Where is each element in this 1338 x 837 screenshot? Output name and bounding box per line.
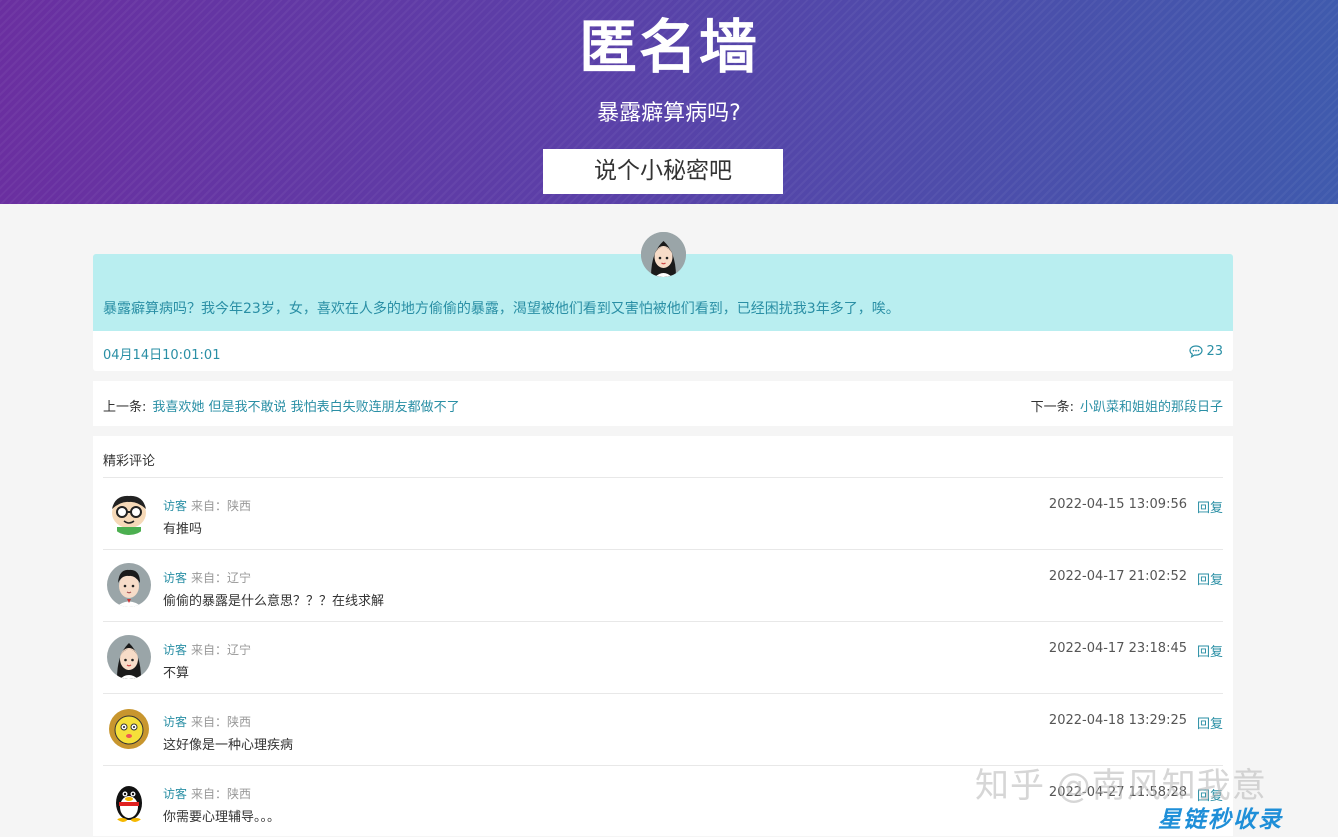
commenter-location: 来自：辽宁 — [191, 571, 252, 585]
boy-avatar-icon — [107, 563, 151, 607]
girl-avatar-icon — [641, 232, 686, 277]
commenter-name[interactable]: 访客 — [163, 571, 187, 585]
penguin-avatar-icon — [107, 779, 151, 823]
commenter-avatar — [107, 707, 151, 751]
commenter-avatar — [107, 563, 151, 607]
comment-text: 有推吗 — [163, 522, 203, 537]
comment-item: 访客 来自：陕西 有推吗 2022-04-15 13:09:56 回复 — [103, 478, 1223, 550]
site-watermark: 星链秒收录 — [1158, 807, 1283, 833]
comment-meta: 访客 来自：辽宁 — [163, 569, 251, 586]
comment-count-value: 23 — [1206, 344, 1223, 359]
comment-time: 2022-04-17 23:18:45 — [1048, 641, 1187, 656]
post-author-avatar — [641, 232, 686, 277]
reply-link[interactable]: 回复 — [1197, 713, 1223, 732]
commenter-avatar — [107, 635, 151, 679]
reply-link[interactable]: 回复 — [1197, 497, 1223, 516]
girl-avatar-icon — [107, 635, 151, 679]
glasses-avatar-icon — [107, 491, 151, 535]
post-text: 暴露癖算病吗？我今年23岁，女，喜欢在人多的地方偷偷的暴露，渴望被他们看到又害怕… — [103, 301, 900, 317]
header-banner: 匿名墙 暴露癖算病吗? 说个小秘密吧 — [0, 0, 1338, 204]
comment-text: 你需要心理辅导。。。 — [163, 810, 281, 825]
commenter-location: 来自：辽宁 — [191, 643, 252, 657]
commenter-location: 来自：陕西 — [191, 787, 252, 801]
lion-avatar-icon — [107, 707, 151, 751]
commenter-location: 来自：陕西 — [191, 499, 252, 513]
commenter-location: 来自：陕西 — [191, 715, 252, 729]
commenter-name[interactable]: 访客 — [163, 643, 187, 657]
next-post-link[interactable]: 小趴菜和姐姐的那段日子 — [1080, 400, 1223, 415]
commenter-name[interactable]: 访客 — [163, 787, 187, 801]
comment-meta: 访客 来自：陕西 — [163, 713, 251, 730]
comment-count-link[interactable]: 23 — [1189, 344, 1223, 359]
comment-time: 2022-04-15 13:09:56 — [1048, 497, 1187, 512]
comments-title: 精彩评论 — [103, 454, 156, 469]
reply-link[interactable]: 回复 — [1197, 569, 1223, 588]
next-label: 下一条: — [1030, 400, 1074, 415]
prev-post: 上一条: 我喜欢她 但是我不敢说 我怕表白失败连朋友都做不了 — [103, 396, 460, 415]
next-post: 下一条: 小趴菜和姐姐的那段日子 — [1031, 396, 1223, 415]
comment-time: 2022-04-17 21:02:52 — [1048, 569, 1187, 584]
commenter-name[interactable]: 访客 — [163, 499, 187, 513]
prev-label: 上一条: — [103, 400, 147, 415]
tell-secret-button[interactable]: 说个小秘密吧 — [543, 149, 783, 194]
reply-link[interactable]: 回复 — [1197, 641, 1223, 660]
commenter-name[interactable]: 访客 — [163, 715, 187, 729]
post-navigation: 上一条: 我喜欢她 但是我不敢说 我怕表白失败连朋友都做不了 下一条: 小趴菜和姐姐… — [93, 381, 1233, 426]
comment-item: 访客 来自：陕西 这好像是一种心理疾病 2022-04-18 13:29:25 回… — [103, 694, 1223, 766]
site-title: 匿名墙 — [578, 13, 759, 81]
post-footer: 04月14日10:01:01 23 — [93, 331, 1233, 371]
post-date: 04月14日10:01:01 — [103, 348, 221, 363]
comment-item: 访客 来自：辽宁 不算 2022-04-17 23:18:45 回复 — [103, 622, 1223, 694]
comment-text: 偷偷的暴露是什么意思？？？在线求解 — [163, 594, 385, 609]
comment-time: 2022-04-18 13:29:25 — [1048, 713, 1187, 728]
commenter-avatar — [107, 491, 151, 535]
comment-meta: 访客 来自：陕西 — [163, 785, 251, 802]
comment-text: 这好像是一种心理疾病 — [163, 738, 294, 753]
comment-item: 访客 来自：辽宁 偷偷的暴露是什么意思？？？在线求解 2022-04-17 21:… — [103, 550, 1223, 622]
post-subtitle: 暴露癖算病吗? — [597, 101, 741, 126]
comment-icon — [1189, 345, 1204, 358]
commenter-avatar — [107, 779, 151, 823]
comment-text: 不算 — [163, 666, 190, 681]
prev-post-link[interactable]: 我喜欢她 但是我不敢说 我怕表白失败连朋友都做不了 — [152, 400, 459, 415]
comment-meta: 访客 来自：陕西 — [163, 497, 251, 514]
comment-meta: 访客 来自：辽宁 — [163, 641, 251, 658]
